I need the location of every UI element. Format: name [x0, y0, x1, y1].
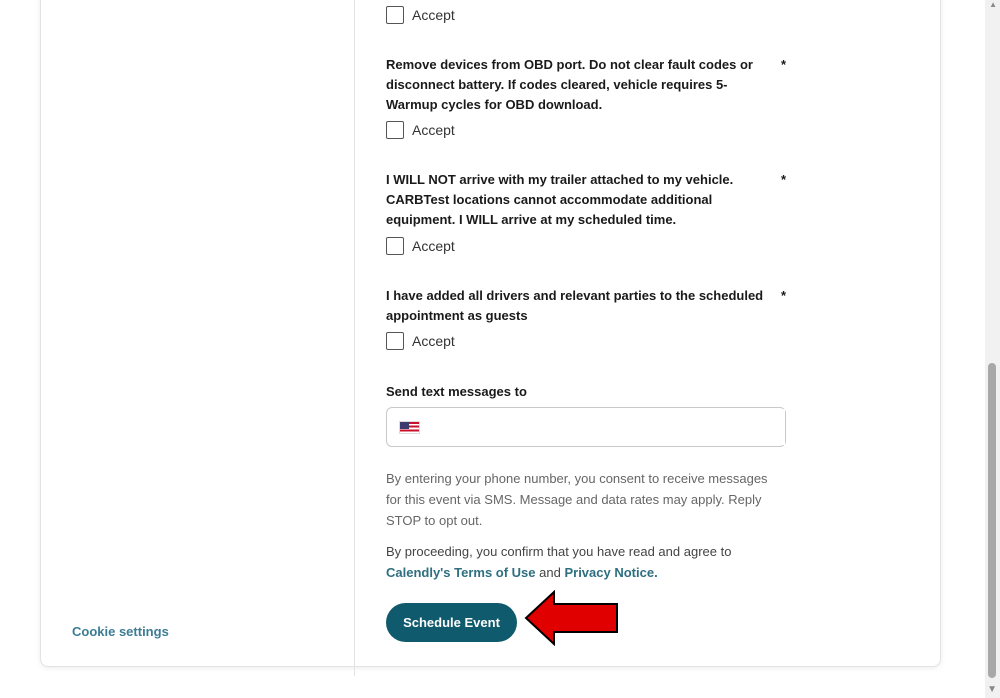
- red-arrow-annotation-icon: [524, 590, 618, 646]
- question-guests: I have added all drivers and relevant pa…: [386, 286, 786, 326]
- scroll-down-icon[interactable]: ▼: [987, 684, 997, 695]
- cookie-settings-link[interactable]: Cookie settings: [72, 624, 169, 639]
- question-text: I WILL NOT arrive with my trailer attach…: [386, 172, 734, 227]
- page-viewport: Cookie settings Accept Remove devices fr…: [0, 0, 1000, 698]
- accept-checkbox[interactable]: [386, 6, 404, 24]
- us-flag-icon[interactable]: [399, 420, 420, 434]
- terms-suffix: .: [654, 565, 658, 580]
- accept-checkbox[interactable]: [386, 121, 404, 139]
- accept-checkbox[interactable]: [386, 332, 404, 350]
- card-divider: [354, 0, 355, 676]
- phone-input[interactable]: [428, 409, 785, 445]
- sms-field-label: Send text messages to: [386, 384, 527, 399]
- question-text: Remove devices from OBD port. Do not cle…: [386, 57, 753, 112]
- accept-checkbox-row-1[interactable]: Accept: [386, 6, 455, 24]
- terms-prefix: By proceeding, you confirm that you have…: [386, 544, 732, 559]
- terms-agreement: By proceeding, you confirm that you have…: [386, 541, 786, 583]
- accept-label: Accept: [412, 122, 455, 138]
- privacy-notice-link[interactable]: Privacy Notice: [564, 565, 654, 580]
- accept-checkbox-row-3[interactable]: Accept: [386, 237, 455, 255]
- question-trailer: I WILL NOT arrive with my trailer attach…: [386, 170, 786, 230]
- required-marker: *: [780, 57, 786, 72]
- question-text: I have added all drivers and relevant pa…: [386, 288, 764, 323]
- required-marker: *: [780, 288, 786, 303]
- scroll-up-icon[interactable]: ▲: [989, 0, 997, 9]
- terms-of-use-link[interactable]: Calendly's Terms of Use: [386, 565, 536, 580]
- sms-consent-text: By entering your phone number, you conse…: [386, 471, 768, 528]
- accept-checkbox[interactable]: [386, 237, 404, 255]
- schedule-event-button[interactable]: Schedule Event: [386, 603, 517, 642]
- phone-field[interactable]: [386, 407, 786, 447]
- accept-label: Accept: [412, 238, 455, 254]
- vertical-scrollbar[interactable]: ▲ ▼: [985, 0, 1000, 698]
- accept-label: Accept: [412, 7, 455, 23]
- accept-checkbox-row-4[interactable]: Accept: [386, 332, 455, 350]
- accept-label: Accept: [412, 333, 455, 349]
- terms-and: and: [539, 565, 561, 580]
- required-marker: *: [780, 172, 786, 187]
- scrollbar-thumb[interactable]: [988, 363, 996, 678]
- question-obd: Remove devices from OBD port. Do not cle…: [386, 55, 786, 115]
- accept-checkbox-row-2[interactable]: Accept: [386, 121, 455, 139]
